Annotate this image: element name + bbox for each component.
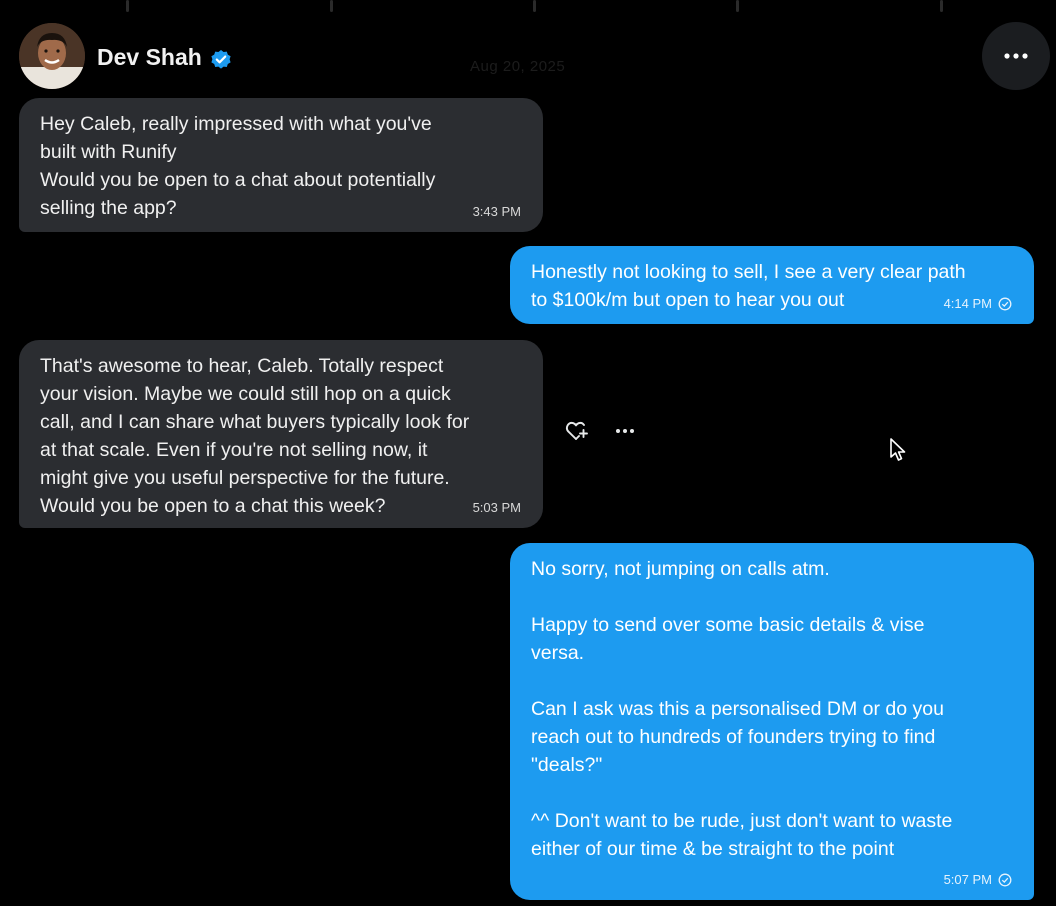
- message-text: Hey Caleb, really impressed with what yo…: [40, 113, 432, 135]
- message-text: "deals?": [531, 754, 603, 776]
- more-horizontal-icon: [1004, 53, 1028, 59]
- timestamp-text: 5:03 PM: [472, 500, 521, 515]
- message-timestamp: 4:14 PM: [944, 296, 1012, 312]
- message-bubble-outgoing[interactable]: Honestly not looking to sell, I see a ve…: [510, 246, 1034, 324]
- message-more-icon[interactable]: [615, 428, 635, 434]
- message-text: call, and I can share what buyers typica…: [40, 411, 470, 433]
- message-text: Would you be open to a chat this week?: [40, 495, 386, 517]
- message-text: Happy to send over some basic details & …: [531, 614, 925, 636]
- message-bubble-incoming[interactable]: Hey Caleb, really impressed with what yo…: [19, 98, 543, 232]
- message-timestamp: 3:43 PM: [473, 204, 521, 220]
- message-text: built with Runify: [40, 141, 177, 163]
- message-text: Would you be open to a chat about potent…: [40, 169, 436, 191]
- message-bubble-incoming[interactable]: That's awesome to hear, Caleb. Totally r…: [19, 340, 543, 528]
- message-text: versa.: [531, 642, 585, 664]
- message-text: Honestly not looking to sell, I see a ve…: [531, 261, 966, 283]
- message-text: ^^ Don't want to be rude, just don't wan…: [531, 810, 953, 832]
- message-text: selling the app?: [40, 197, 177, 219]
- verified-badge-icon: [210, 46, 232, 69]
- conversation-more-button[interactable]: [982, 22, 1050, 90]
- mouse-pointer-icon: [890, 438, 906, 461]
- message-text: might give you useful perspective for th…: [40, 467, 450, 489]
- message-bubble-outgoing[interactable]: No sorry, not jumping on calls atm. Happ…: [510, 543, 1034, 900]
- message-text: reach out to hundreds of founders trying…: [531, 726, 936, 748]
- message-text: Can I ask was this a personalised DM or …: [531, 698, 944, 720]
- message-timestamp: 5:07 PM: [944, 872, 1012, 888]
- timestamp-text: 4:14 PM: [943, 296, 992, 311]
- message-text: That's awesome to hear, Caleb. Totally r…: [40, 355, 444, 377]
- add-reaction-heart-icon[interactable]: [565, 420, 589, 442]
- message-text: No sorry, not jumping on calls atm.: [531, 558, 830, 580]
- conversation-date: Aug 20, 2025: [470, 58, 566, 75]
- message-text: at that scale. Even if you're not sellin…: [40, 439, 428, 461]
- avatar[interactable]: [19, 23, 85, 89]
- read-receipt-check-icon: [998, 297, 1012, 311]
- message-text: either of our time & be straight to the …: [531, 838, 895, 860]
- dm-conversation: Dev Shah Aug 20, 2025 Hey Caleb, really …: [0, 0, 1056, 906]
- timestamp-text: 3:43 PM: [472, 204, 521, 219]
- read-receipt-check-icon: [998, 873, 1012, 887]
- timestamp-text: 5:07 PM: [943, 872, 992, 887]
- message-actions: [565, 420, 635, 442]
- contact-name[interactable]: Dev Shah: [97, 40, 232, 74]
- message-timestamp: 5:03 PM: [473, 500, 521, 516]
- message-text: your vision. Maybe we could still hop on…: [40, 383, 451, 405]
- contact-name-text: Dev Shah: [97, 44, 202, 70]
